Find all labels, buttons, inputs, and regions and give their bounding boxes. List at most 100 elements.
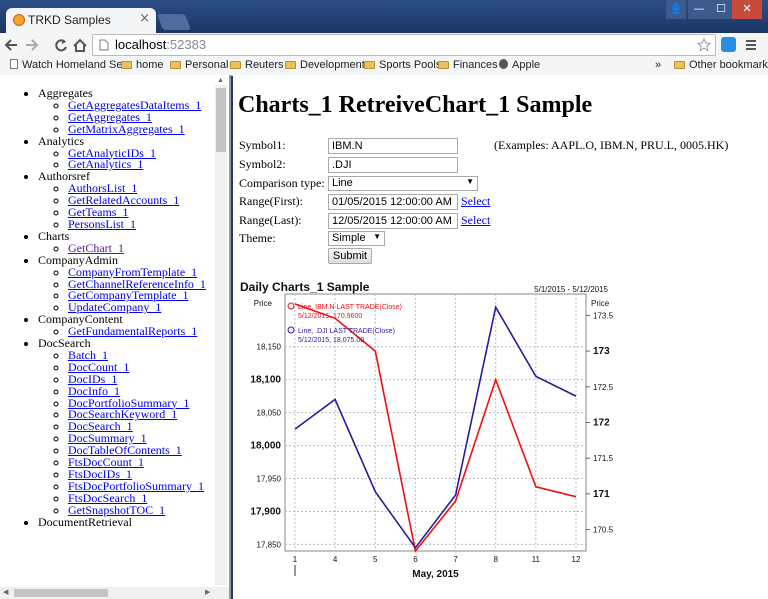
theme-select[interactable]: Simple ▼ [328, 231, 385, 246]
tab-title: TRKD Samples [28, 13, 111, 27]
bookmark-personal[interactable]: Personal [170, 59, 228, 71]
x-tick-label: 6 [413, 555, 418, 564]
sidebar: AggregatesGetAggregatesDataItems_1GetAgg… [0, 75, 231, 599]
sidebar-vertical-scrollbar[interactable]: ▲ [215, 76, 227, 585]
comparison-type-value: Line [332, 177, 353, 189]
home-icon[interactable] [73, 38, 87, 52]
bookmark-apple[interactable]: Apple [499, 59, 540, 71]
left-tick-label: 18,100 [250, 375, 281, 386]
sidebar-item: GetMatrixAggregates_1 [68, 122, 218, 136]
legend-marker [287, 326, 295, 334]
bookmark-label: Sports Pools [379, 59, 442, 71]
sidebar-horizontal-scrollbar[interactable]: ◀ ▶ [0, 587, 229, 599]
bookmarks-more-button[interactable]: » [655, 59, 661, 71]
sidebar-group: ChartsGetChart_1 [38, 230, 218, 255]
scroll-right-icon[interactable]: ▶ [205, 588, 210, 596]
symbol1-label: Symbol1: [239, 138, 286, 152]
sidebar-sublist: AuthorsList_1GetRelatedAccounts_1GetTeam… [38, 182, 218, 231]
x-tick-label: 7 [453, 555, 458, 564]
symbol1-input[interactable]: IBM.N [328, 138, 458, 154]
menu-icon[interactable] [744, 38, 758, 52]
chevron-down-icon: ▼ [466, 177, 474, 186]
right-tick-label: 172 [593, 418, 610, 429]
legend-last-value: 5/12/2015, 170.9600 [298, 313, 362, 320]
sidebar-sublist: Batch_1DocCount_1DocIDs_1DocInfo_1DocPor… [38, 349, 218, 517]
url-host: localhost [115, 37, 167, 52]
url-port: :52383 [166, 37, 207, 52]
folder-icon [285, 61, 296, 69]
browser-title-bar: TRKD Samples × 👤 — ☐ ✕ [0, 0, 768, 33]
nav-buttons [4, 38, 87, 52]
x-tick-label: 5 [373, 555, 378, 564]
theme-value: Simple [332, 232, 366, 244]
right-tick-label: 170.5 [593, 526, 614, 535]
comparison-type-select[interactable]: Line ▼ [328, 176, 478, 191]
x-tick-label: 11 [532, 555, 541, 564]
new-tab-button[interactable] [157, 14, 191, 30]
bookmark-other-bookmarks[interactable]: Other bookmarks [674, 59, 768, 71]
window-controls: 👤 — ☐ ✕ [666, 0, 762, 20]
folder-icon [121, 61, 132, 69]
bookmark-label: Watch Homeland Se... [22, 59, 132, 71]
maximize-icon[interactable]: ☐ [710, 0, 732, 19]
folder-icon [230, 61, 241, 69]
sidebar-item: GetAnalytics_1 [68, 158, 218, 171]
left-tick-label: 17,900 [250, 506, 281, 517]
legend-label: Line, .DJI LAST TRADE(Close) [298, 328, 395, 335]
range-last-input[interactable]: 12/05/2015 12:00:00 AM [328, 213, 458, 229]
tab-close-icon[interactable]: × [139, 11, 150, 26]
browser-tab[interactable]: TRKD Samples × [6, 8, 156, 33]
sidebar-group: CompanyContentGetFundamentalReports_1 [38, 313, 218, 338]
right-tick-label: 171 [593, 489, 610, 500]
folder-icon [674, 61, 685, 69]
symbol2-input[interactable]: .DJI [328, 157, 458, 173]
comparison-type-label: Comparison type: [239, 176, 325, 190]
bookmark-label: Personal [185, 59, 229, 71]
right-tick-label: 173 [593, 346, 610, 357]
range-last-select-link[interactable]: Select [461, 213, 490, 228]
favicon-icon [13, 14, 25, 26]
sidebar-item-link[interactable]: PersonsList_1 [68, 217, 136, 231]
scroll-up-icon[interactable]: ▲ [217, 76, 224, 84]
star-icon[interactable] [697, 38, 711, 52]
bookmark-reuters[interactable]: Reuters [230, 59, 284, 71]
extension-cloud-icon[interactable] [721, 37, 736, 52]
bookmark-home[interactable]: home [121, 59, 164, 71]
range-first-input[interactable]: 01/05/2015 12:00:00 AM [328, 194, 458, 210]
theme-label: Theme: [239, 231, 276, 245]
left-tick-label: 17,850 [257, 540, 282, 549]
reload-icon[interactable] [55, 39, 67, 52]
bookmark-label: Finances [453, 59, 498, 71]
symbol2-label: Symbol2: [239, 157, 286, 171]
submit-button[interactable]: Submit [328, 248, 372, 264]
url-text: localhost:52383 [115, 37, 206, 52]
profile-icon[interactable]: 👤 [666, 0, 686, 19]
folder-icon [438, 61, 449, 69]
range-first-select-link[interactable]: Select [461, 194, 490, 209]
forward-icon[interactable] [26, 39, 39, 51]
sidebar-item-link[interactable]: GetMatrixAggregates_1 [68, 122, 185, 136]
apple-icon [499, 59, 508, 69]
scrollbar-thumb[interactable] [216, 88, 226, 152]
scrollbar-thumb[interactable] [14, 589, 108, 597]
left-tick-label: 17,950 [257, 475, 282, 484]
x-tick-label: 4 [333, 555, 338, 564]
back-icon[interactable] [4, 39, 17, 51]
bookmark-sports-pools[interactable]: Sports Pools [364, 59, 441, 71]
left-tick-label: 18,050 [257, 409, 282, 418]
right-tick-label: 172.5 [593, 383, 614, 392]
bookmark-watch-homeland[interactable]: Watch Homeland Se... [10, 59, 132, 71]
bookmarks-bar: Watch Homeland Se... home Personal Reute… [0, 57, 768, 76]
bookmark-finances[interactable]: Finances [438, 59, 498, 71]
bookmark-development[interactable]: Development [285, 59, 365, 71]
address-bar[interactable]: localhost:52383 [92, 34, 716, 56]
range-last-label: Range(Last): [239, 213, 302, 227]
sidebar-sublist: GetAggregatesDataItems_1GetAggregates_1G… [38, 99, 218, 136]
sidebar-item: PersonsList_1 [68, 217, 218, 231]
scroll-left-icon[interactable]: ◀ [3, 588, 8, 596]
sidebar-group: AnalyticsGetAnalyticIDs_1GetAnalytics_1 [38, 135, 218, 172]
range-first-label: Range(First): [239, 194, 303, 208]
minimize-icon[interactable]: — [688, 0, 710, 19]
bookmark-label: home [136, 59, 164, 71]
close-window-icon[interactable]: ✕ [732, 0, 762, 19]
